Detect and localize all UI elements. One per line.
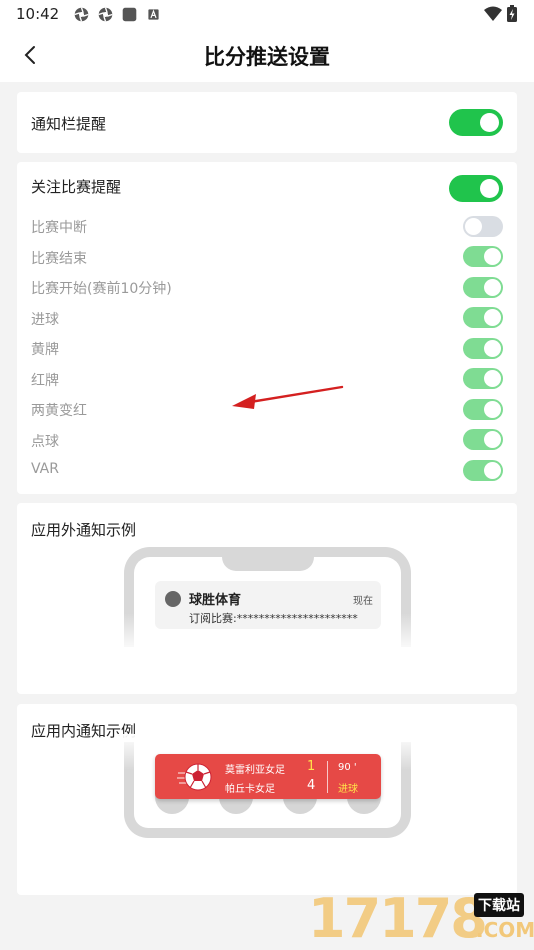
home-score: 1 — [307, 759, 316, 774]
page-header: 比分推送设置 — [0, 28, 534, 82]
reminder-toggle-penalty[interactable] — [463, 429, 503, 450]
reminder-item-label: VAR — [31, 461, 59, 477]
follow-reminder-card: 关注比赛提醒 比赛中断 比赛结束 比赛开始(赛前10分钟) 进球 黄牌 红牌 两… — [17, 162, 517, 494]
outside-example-title: 应用外通知示例 — [31, 521, 137, 539]
reminder-item-label: 比赛开始(赛前10分钟) — [31, 281, 172, 297]
notification-app-name: 球胜体育 — [189, 593, 242, 608]
reminder-item-label: 点球 — [31, 434, 59, 450]
phone-notch — [222, 547, 314, 571]
follow-reminder-label: 关注比赛提醒 — [31, 178, 122, 196]
reminder-toggle-yellow-card[interactable] — [463, 338, 503, 359]
notification-bar-label: 通知栏提醒 — [31, 115, 107, 133]
system-notification-preview: 球胜体育 现在 订阅比赛:********************** — [155, 581, 381, 629]
inside-notification-example-card: 应用内通知示例 莫雷利亚女足 帕丘卡女足 1 4 90 ' 进球 — [17, 704, 517, 895]
square-app-icon — [122, 7, 137, 21]
watermark-number: 17178 — [308, 887, 488, 950]
match-event: 进球 — [338, 784, 358, 795]
status-right-icons — [484, 5, 518, 23]
annotation-arrow-icon — [232, 385, 344, 409]
reminder-item-label: 两黄变红 — [31, 403, 87, 419]
wifi-icon — [484, 6, 502, 21]
reminder-item-label: 红牌 — [31, 373, 59, 389]
reminder-toggle-goal[interactable] — [463, 307, 503, 328]
reminder-toggle-red-card[interactable] — [463, 368, 503, 389]
reminder-item-label: 比赛结束 — [31, 251, 87, 267]
aperture-icon — [74, 6, 89, 22]
page-title: 比分推送设置 — [204, 45, 330, 69]
reminder-item-label: 黄牌 — [31, 342, 59, 358]
notification-text: 订阅比赛:********************** — [189, 612, 358, 625]
status-bar: 10:42 — [0, 0, 534, 28]
in-app-score-banner: 莫雷利亚女足 帕丘卡女足 1 4 90 ' 进球 — [155, 754, 381, 799]
away-score: 4 — [307, 778, 316, 793]
app-icon — [165, 591, 181, 607]
reminder-item-label: 比赛中断 — [31, 220, 87, 236]
notification-bar-toggle[interactable] — [449, 109, 503, 136]
reminder-toggle-match-ended[interactable] — [463, 246, 503, 267]
reminder-toggle-second-yellow[interactable] — [463, 399, 503, 420]
match-minute: 90 ' — [338, 762, 357, 773]
reminder-item-label: 进球 — [31, 312, 59, 328]
home-team: 莫雷利亚女足 — [225, 765, 285, 776]
status-time: 10:42 — [16, 5, 60, 23]
a-box-icon — [148, 8, 159, 20]
site-watermark: 17178 下载站 .COM — [308, 888, 534, 950]
reminder-toggle-match-start[interactable] — [463, 277, 503, 298]
notification-bar-card: 通知栏提醒 — [17, 92, 517, 153]
soccer-ball-icon — [177, 763, 212, 791]
battery-charging-icon — [507, 5, 517, 22]
watermark-badge: 下载站 — [474, 893, 524, 917]
outside-notification-example-card: 应用外通知示例 球胜体育 现在 订阅比赛:*******************… — [17, 503, 517, 694]
watermark-suffix: .COM — [476, 918, 534, 942]
reminder-toggle-var[interactable] — [463, 460, 503, 481]
reminder-toggle-match-interrupted[interactable] — [463, 216, 503, 237]
notification-time: 现在 — [353, 596, 373, 607]
aperture-icon — [98, 6, 113, 22]
away-team: 帕丘卡女足 — [225, 784, 275, 795]
follow-reminder-toggle[interactable] — [449, 175, 503, 202]
